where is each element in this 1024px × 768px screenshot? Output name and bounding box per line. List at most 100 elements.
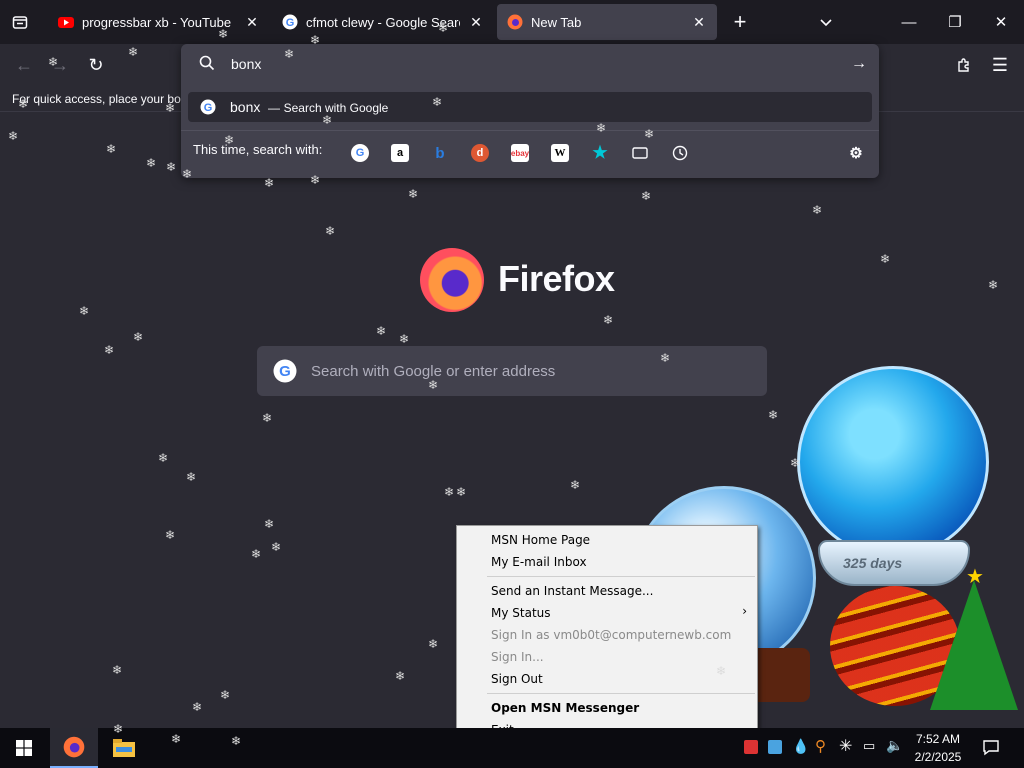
snowflake-icon: ❄	[444, 485, 455, 499]
clock-date: 2/2/2025	[914, 750, 962, 764]
tab-new-tab[interactable]: New Tab ✕	[497, 4, 717, 40]
tray-search-icon[interactable]: ⚲	[815, 737, 826, 755]
submenu-arrow-icon: ›	[742, 604, 747, 618]
windows-start-icon[interactable]	[0, 728, 48, 768]
snowflake-icon: ❄	[48, 55, 59, 69]
snowflake-icon: ❄	[716, 664, 727, 678]
snowflake-icon: ❄	[264, 517, 275, 531]
firefox-view-icon[interactable]	[4, 6, 36, 38]
extensions-puzzle-icon[interactable]	[949, 50, 979, 80]
firefox-icon	[507, 14, 523, 30]
menu-item-my-status[interactable]: My Status	[491, 606, 551, 620]
menu-item-open-messenger[interactable]: Open MSN Messenger	[491, 701, 639, 715]
snowflake-icon: ❄	[603, 313, 614, 327]
snowflake-icon: ❄	[310, 173, 321, 187]
snowflake-icon: ❄	[432, 95, 443, 109]
snow-globe-decoration	[797, 366, 989, 558]
urlbar-input-value[interactable]: bonx	[231, 56, 261, 72]
suggestion-query: bonx	[230, 99, 261, 115]
suggestion-dash: —	[267, 101, 280, 115]
list-all-tabs-chevron-icon[interactable]	[810, 6, 842, 38]
suggestion-action: Search with Google	[283, 101, 389, 115]
taskbar-firefox-icon[interactable]	[50, 728, 98, 768]
star-icon: ★	[966, 566, 984, 588]
snowflake-icon: ❄	[988, 278, 999, 292]
snowflake-icon: ❄	[428, 637, 439, 651]
snowflake-icon: ❄	[112, 663, 123, 677]
urlbar-results-panel: bonx → G bonx — Search with Google This …	[181, 44, 879, 178]
restore-button[interactable]: ❐	[932, 0, 978, 44]
minimize-button[interactable]: —	[886, 0, 932, 44]
ntp-search-box[interactable]: G	[257, 346, 767, 396]
snowflake-icon: ❄	[596, 121, 607, 135]
menu-item-sign-out[interactable]: Sign Out	[491, 672, 543, 686]
svg-text:G: G	[286, 17, 295, 29]
bing-engine-icon[interactable]: b	[431, 144, 449, 162]
menu-item-sign-in: Sign In...	[491, 650, 544, 664]
snowflake-icon: ❄	[284, 47, 295, 61]
taskbar-file-explorer-icon[interactable]	[100, 728, 148, 768]
snowflake-icon: ❄	[880, 252, 891, 266]
tab-title: progressbar xb - YouTube	[82, 14, 232, 30]
snowflake-icon: ❄	[113, 722, 124, 736]
snowflake-icon: ❄	[438, 21, 449, 35]
back-arrow-icon[interactable]: ←	[9, 50, 39, 80]
notifications-icon[interactable]	[982, 738, 1000, 759]
go-arrow-icon[interactable]: →	[851, 55, 867, 73]
one-off-search-label: This time, search with:	[193, 142, 323, 157]
ntp-search-input[interactable]	[311, 362, 731, 380]
divider	[181, 130, 879, 131]
youtube-icon	[58, 17, 74, 28]
google-icon: G	[282, 14, 298, 30]
menu-item-send-im[interactable]: Send an Instant Message...	[491, 584, 653, 598]
snowflake-icon: ❄	[231, 734, 242, 748]
tabs-icon[interactable]	[631, 144, 649, 162]
tray-droplet-icon[interactable]: 💧	[792, 738, 809, 755]
snowflake-icon: ❄	[8, 129, 19, 143]
tray-volume-muted-icon[interactable]: 🔈	[886, 737, 903, 754]
close-tab-icon[interactable]: ✕	[244, 14, 260, 31]
tab-youtube[interactable]: progressbar xb - YouTube ✕	[48, 4, 270, 40]
clock-time: 7:52 AM	[915, 732, 961, 746]
close-tab-icon[interactable]: ✕	[468, 14, 484, 31]
history-clock-icon[interactable]	[671, 144, 689, 162]
svg-text:G: G	[204, 102, 213, 114]
menu-item-msn-home[interactable]: MSN Home Page	[491, 533, 590, 547]
urlbar-suggestion-row[interactable]: G bonx — Search with Google	[188, 92, 872, 122]
tray-network-icon[interactable]: ▭	[863, 738, 875, 754]
reload-icon[interactable]: ↻	[81, 50, 111, 80]
snowflake-icon: ❄	[182, 167, 193, 181]
snowflake-icon: ❄	[376, 324, 387, 338]
tab-google-search[interactable]: G cfmot clewy - Google Search ✕	[272, 4, 494, 40]
app-menu-hamburger-icon[interactable]: ☰	[985, 50, 1015, 80]
snowflake-icon: ❄	[133, 330, 144, 344]
wikipedia-engine-icon[interactable]: W	[551, 144, 569, 162]
snowflake-icon: ❄	[264, 176, 275, 190]
search-settings-gear-icon[interactable]: ⚙	[847, 144, 865, 162]
snowflake-icon: ❄	[186, 470, 197, 484]
tray-clock[interactable]: 7:52 AM 2/2/2025	[908, 730, 968, 766]
close-window-button[interactable]: ✕	[978, 0, 1024, 44]
tray-msn-icon[interactable]: ✳	[839, 736, 852, 756]
google-engine-icon[interactable]: G	[351, 144, 369, 162]
snowflake-icon: ❄	[166, 160, 177, 174]
new-tab-button[interactable]: +	[724, 6, 756, 38]
close-tab-icon[interactable]: ✕	[691, 14, 707, 31]
ebay-engine-icon[interactable]: ebay	[511, 144, 529, 162]
duckduckgo-engine-icon[interactable]: d	[471, 144, 489, 162]
amazon-engine-icon[interactable]: a	[391, 144, 409, 162]
tray-app-icon[interactable]	[768, 740, 782, 754]
snowflake-icon: ❄	[271, 540, 282, 554]
snowflake-icon: ❄	[224, 133, 235, 147]
snowflake-icon: ❄	[570, 478, 581, 492]
snowflake-icon: ❄	[220, 688, 231, 702]
days-countdown-label: 325 days	[843, 555, 903, 571]
menu-item-email-inbox[interactable]: My E-mail Inbox	[491, 555, 587, 569]
menu-separator	[487, 576, 755, 577]
tray-security-icon[interactable]	[744, 740, 758, 754]
snowflake-icon: ❄	[428, 378, 439, 392]
bookmarks-star-icon[interactable]: ★	[591, 143, 609, 162]
tab-strip: progressbar xb - YouTube ✕ G cfmot clewy…	[0, 0, 1024, 44]
snowflake-icon: ❄	[325, 224, 336, 238]
snowflake-icon: ❄	[146, 156, 157, 170]
